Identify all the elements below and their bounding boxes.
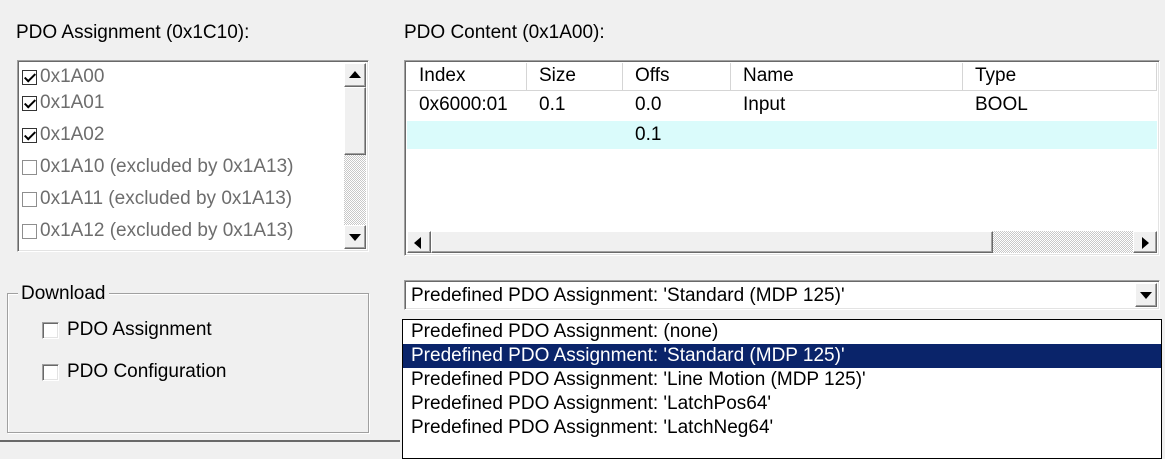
table-row[interactable]: 0x6000:01 0.1 0.0 Input BOOL — [407, 91, 1157, 119]
cell-name — [731, 121, 963, 149]
assignment-item-label: 0x1A11 (excluded by 0x1A13) — [40, 188, 293, 209]
assignment-item-0x1a01[interactable]: 0x1A01 — [22, 90, 104, 116]
cell-offs: 0.1 — [635, 124, 662, 145]
arrow-left-icon — [414, 237, 421, 249]
chevron-down-icon — [1140, 292, 1152, 299]
assignment-item-label: 0x1A12 (excluded by 0x1A13) — [40, 220, 294, 241]
pdo-assignment-list[interactable]: 0x1A00 0x1A01 0x1A02 0x1A10 (excluded by… — [17, 60, 369, 252]
scroll-thumb[interactable] — [344, 87, 366, 155]
checkbox-unchecked-icon — [22, 191, 37, 207]
assignment-item-0x1a11: 0x1A11 (excluded by 0x1A13) — [22, 186, 292, 212]
option-latchneg64[interactable]: Predefined PDO Assignment: 'LatchNeg64' — [403, 416, 1161, 440]
assignment-vertical-scrollbar[interactable] — [344, 63, 366, 249]
assignment-item-label: 0x1A02 — [40, 124, 105, 145]
checkbox-unchecked-icon — [22, 159, 37, 175]
option-standard-mdp125[interactable]: Predefined PDO Assignment: 'Standard (MD… — [403, 344, 1161, 368]
pdo-assignment-checkbox[interactable]: PDO Assignment — [42, 319, 212, 341]
window-divider — [0, 440, 400, 442]
checkbox-unchecked-icon[interactable] — [42, 363, 59, 381]
checkbox-checked-icon[interactable] — [22, 127, 37, 143]
table-header: Index Size Offs Name Type — [407, 63, 1157, 91]
assignment-item-0x1a02[interactable]: 0x1A02 — [22, 122, 104, 148]
column-header-offs[interactable]: Offs — [623, 63, 731, 91]
checkbox-checked-icon[interactable] — [22, 69, 37, 85]
assignment-item-label: 0x1A01 — [40, 92, 105, 113]
pdo-configuration-checkbox[interactable]: PDO Configuration — [42, 361, 226, 383]
option-latchpos64[interactable]: Predefined PDO Assignment: 'LatchPos64' — [403, 392, 1161, 416]
assignment-item-0x1a10: 0x1A10 (excluded by 0x1A13) — [22, 154, 294, 180]
content-horizontal-scrollbar[interactable] — [407, 231, 1157, 253]
cell-index: 0x6000:01 — [419, 94, 508, 115]
assignment-item-label: 0x1A00 — [40, 66, 105, 87]
cell-size: 0.1 — [539, 94, 566, 115]
arrow-down-icon — [349, 234, 361, 241]
predefined-options-list[interactable]: Predefined PDO Assignment: (none) Predef… — [402, 319, 1162, 459]
cell-type — [963, 121, 1157, 149]
assignment-item-0x1a12: 0x1A12 (excluded by 0x1A13) — [22, 218, 294, 244]
column-header-index[interactable]: Index — [407, 63, 527, 91]
checkbox-unchecked-icon[interactable] — [42, 321, 59, 339]
column-header-name[interactable]: Name — [731, 63, 963, 91]
cell-type: BOOL — [975, 94, 1028, 115]
checkbox-checked-icon[interactable] — [22, 95, 37, 111]
column-header-type[interactable]: Type — [963, 63, 1157, 91]
predefined-select-value: Predefined PDO Assignment: 'Standard (MD… — [411, 285, 845, 306]
scroll-track[interactable] — [993, 231, 1133, 253]
pdo-assignment-checkbox-label: PDO Assignment — [67, 319, 212, 340]
scroll-left-button[interactable] — [407, 231, 431, 253]
checkbox-unchecked-icon — [22, 223, 37, 239]
scroll-down-button[interactable] — [344, 225, 366, 249]
arrow-right-icon — [1142, 237, 1149, 249]
scroll-right-button[interactable] — [1133, 231, 1157, 253]
dropdown-button[interactable] — [1135, 283, 1157, 307]
assignment-item-label: 0x1A10 (excluded by 0x1A13) — [40, 156, 294, 177]
pdo-configuration-checkbox-label: PDO Configuration — [67, 361, 227, 382]
cell-name: Input — [743, 94, 786, 115]
arrow-up-icon — [349, 71, 361, 78]
download-group-title: Download — [18, 283, 109, 305]
pdo-content-table[interactable]: Index Size Offs Name Type 0x6000:01 0.1 … — [404, 60, 1160, 256]
table-row[interactable]: 0.1 — [407, 121, 1157, 149]
scroll-thumb[interactable] — [431, 231, 993, 253]
scroll-up-button[interactable] — [344, 63, 366, 87]
cell-offs: 0.0 — [635, 94, 662, 115]
pdo-assignment-title: PDO Assignment (0x1C10): — [16, 22, 250, 43]
option-line-motion-mdp125[interactable]: Predefined PDO Assignment: 'Line Motion … — [403, 368, 1161, 392]
predefined-pdo-assignment-select[interactable]: Predefined PDO Assignment: 'Standard (MD… — [404, 280, 1160, 310]
cell-size — [527, 121, 623, 149]
assignment-item-0x1a00[interactable]: 0x1A00 — [22, 64, 104, 90]
option-none[interactable]: Predefined PDO Assignment: (none) — [403, 320, 1161, 344]
cell-index — [407, 121, 527, 149]
column-header-size[interactable]: Size — [527, 63, 623, 91]
pdo-content-title: PDO Content (0x1A00): — [404, 22, 605, 43]
